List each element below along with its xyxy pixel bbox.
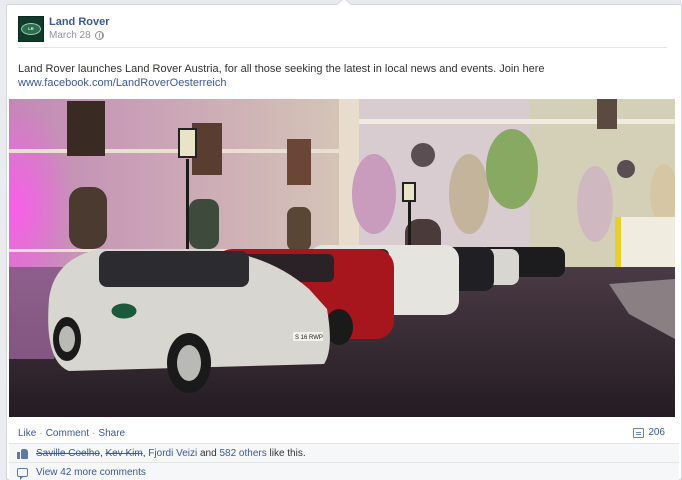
post-link[interactable]: www.facebook.com/LandRoverOesterreich (18, 76, 618, 90)
share-icon (633, 427, 645, 438)
action-separator: · (39, 428, 43, 439)
post-date-row: March 28 (49, 29, 110, 42)
post-photo[interactable]: S 16 RWP (9, 99, 675, 417)
likes-others-link[interactable]: 582 others (219, 448, 266, 459)
land-rover-logo: LR (21, 23, 41, 35)
post-header: LR Land Rover March 28 (18, 16, 110, 46)
post-message-text: Land Rover launches Land Rover Austria, … (18, 63, 545, 75)
post-actions: Like · Comment · Share (18, 428, 125, 439)
comment-icon (17, 467, 28, 480)
post-date[interactable]: March 28 (49, 29, 91, 42)
likes-and: and (199, 447, 217, 459)
share-link[interactable]: Share (98, 428, 125, 439)
photo-scene: S 16 RWP (9, 99, 675, 417)
share-count-value: 206 (648, 427, 665, 438)
view-more-comments-link[interactable]: View 42 more comments (36, 467, 146, 478)
liker-separator: , (99, 447, 103, 459)
comments-row: View 42 more comments (9, 462, 679, 480)
likes-row: Saville Coelho, Kev Kim, Fjordi Veizi an… (9, 443, 679, 462)
feedback-box: Saville Coelho, Kev Kim, Fjordi Veizi an… (9, 443, 679, 480)
globe-icon (94, 31, 104, 40)
post-card: LR Land Rover March 28 Land Rover launch… (6, 0, 682, 480)
like-icon (17, 448, 29, 459)
header-divider (18, 47, 667, 48)
action-separator: · (92, 428, 96, 439)
liker-name[interactable]: Kev Kim (106, 448, 143, 459)
post-meta: Land Rover March 28 (49, 16, 110, 46)
plate-text: S 16 RWP (295, 335, 323, 341)
liker-separator: , (142, 447, 146, 459)
card-notch (336, 0, 352, 12)
page-name-link[interactable]: Land Rover (49, 16, 110, 29)
avatar[interactable]: LR (18, 16, 44, 42)
liker-name[interactable]: Saville Coelho (36, 448, 100, 459)
likes-suffix: like this. (269, 447, 306, 459)
post-message: Land Rover launches Land Rover Austria, … (18, 62, 618, 90)
like-link[interactable]: Like (18, 428, 36, 439)
liker-name[interactable]: Fjordi Veizi (148, 448, 197, 459)
comment-link[interactable]: Comment (46, 428, 89, 439)
share-count[interactable]: 206 (633, 427, 665, 438)
